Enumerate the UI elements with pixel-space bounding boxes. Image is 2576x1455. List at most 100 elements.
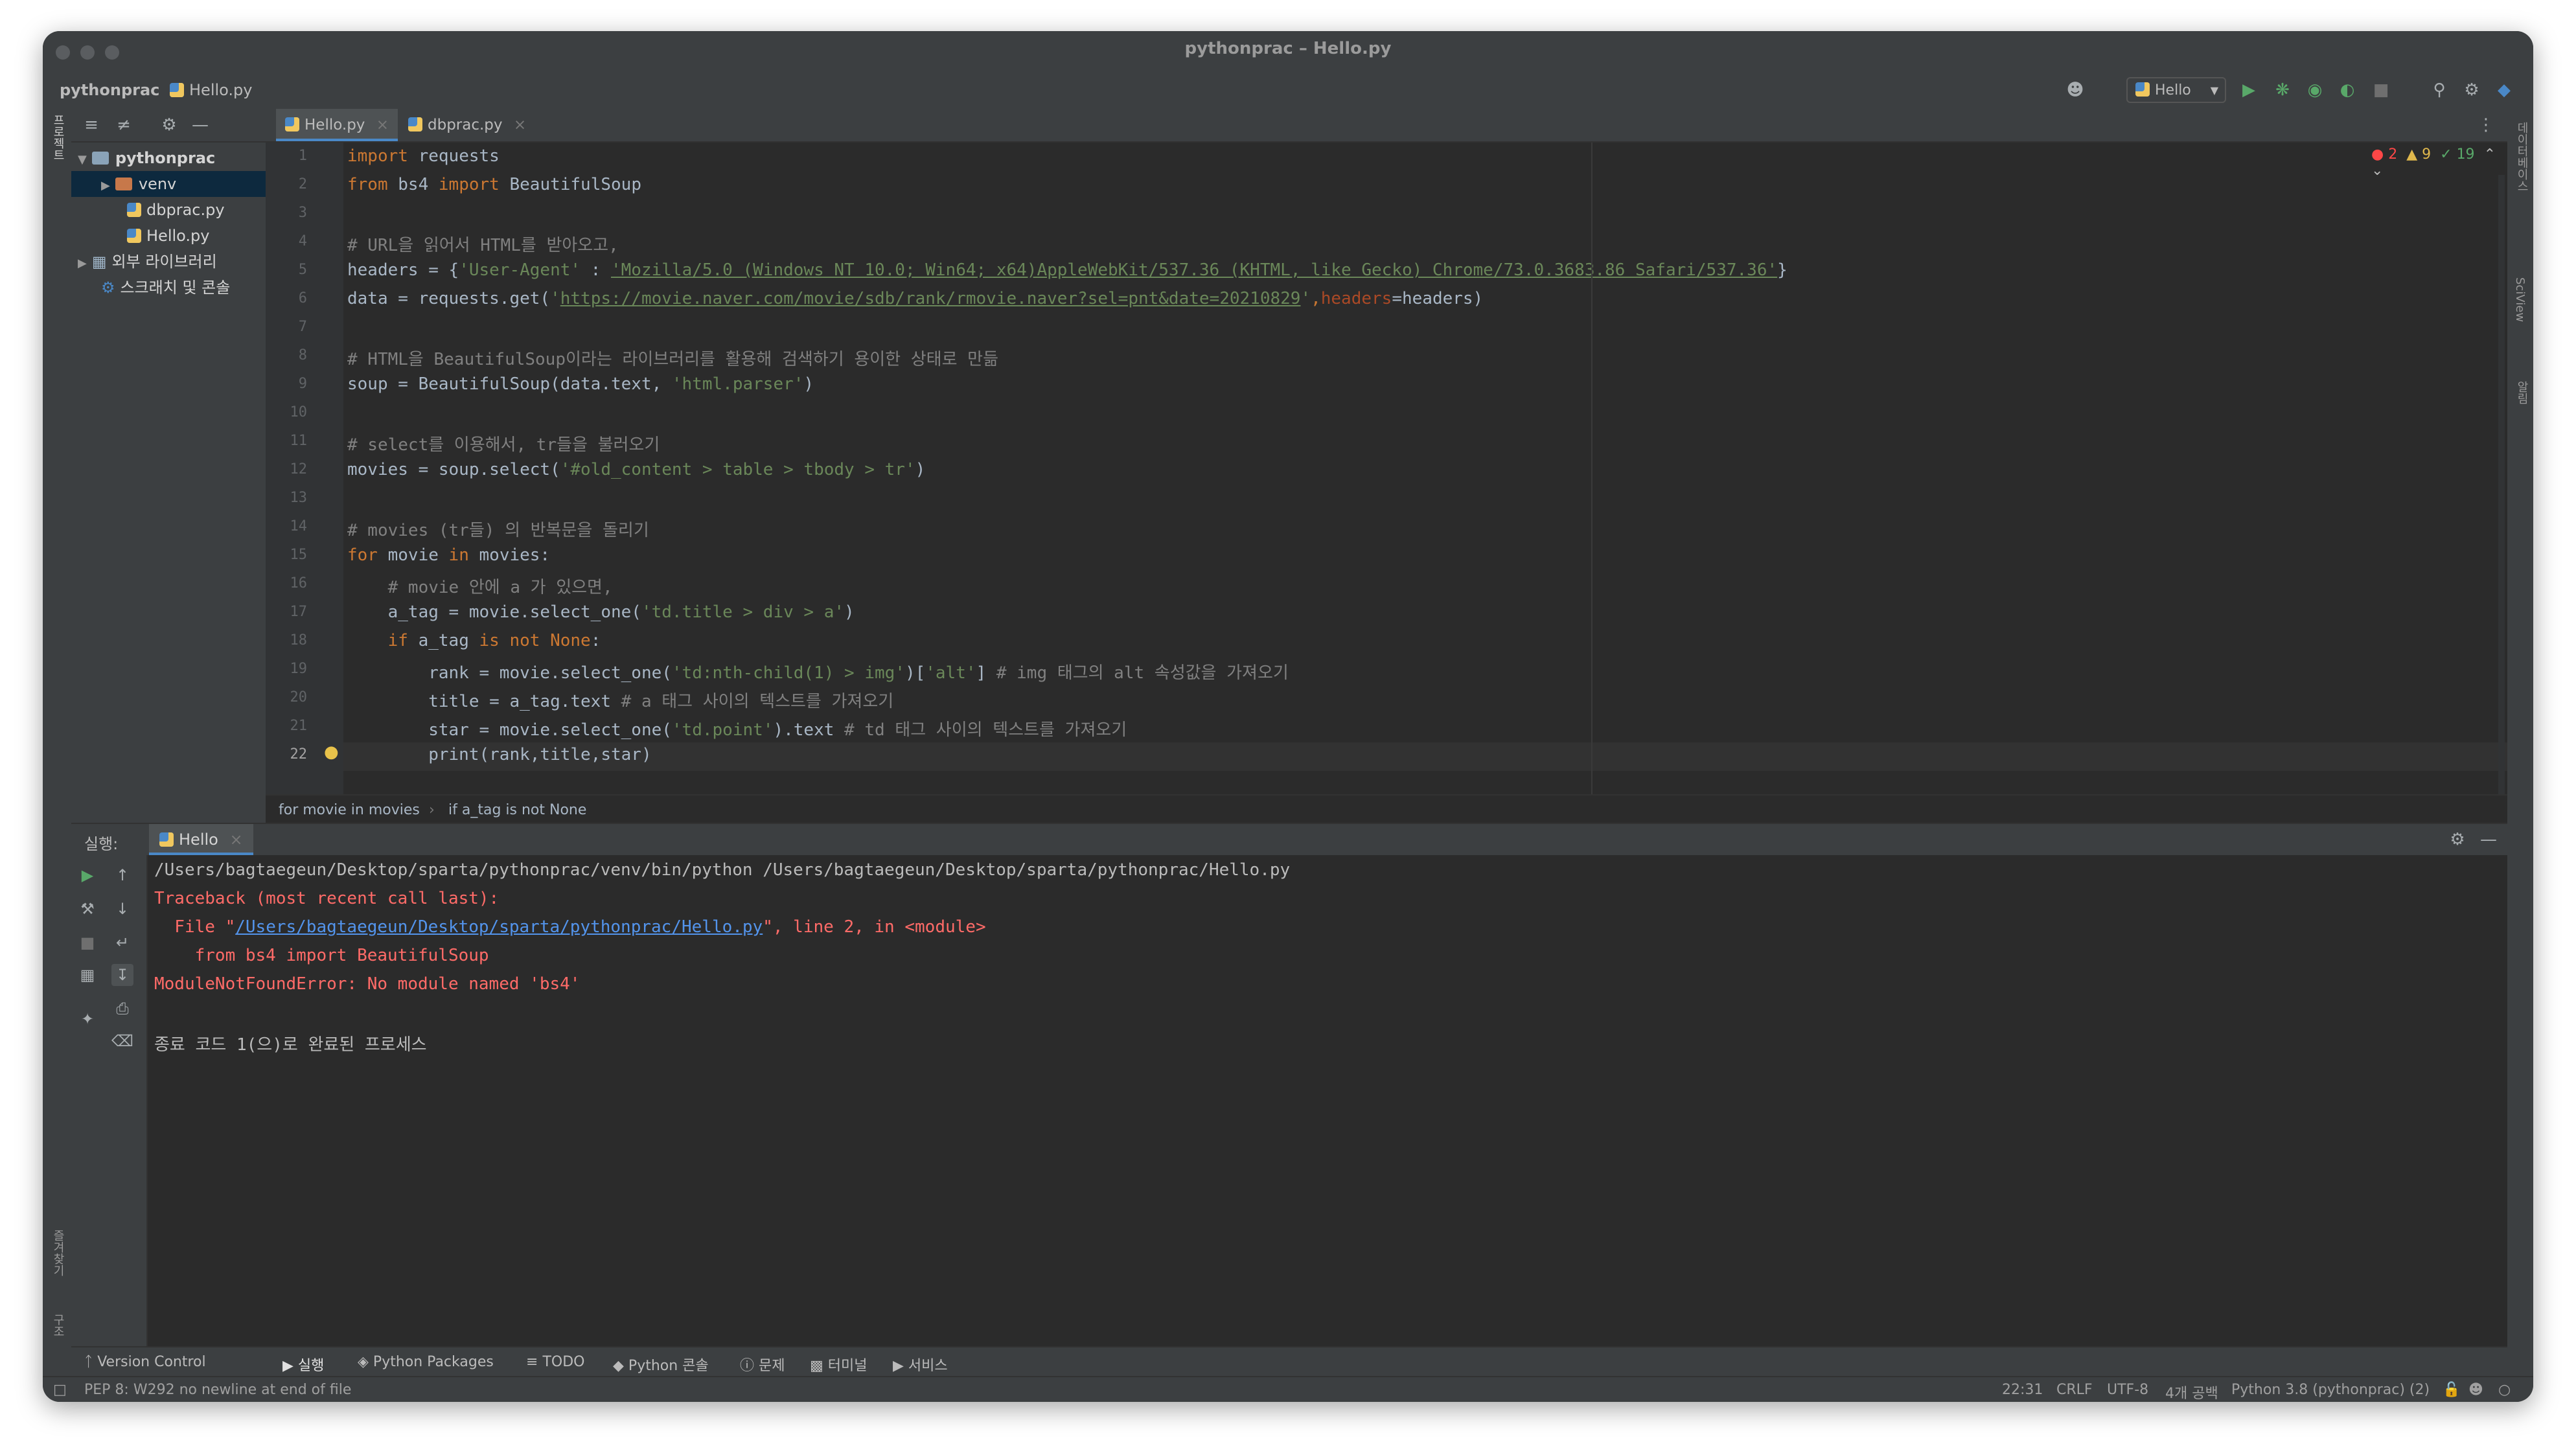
trash-icon[interactable]: ⌫ (111, 1030, 133, 1052)
tree-item-external-libraries[interactable]: ▶ ▦ 외부 라이브러리 (71, 249, 272, 275)
ide-updates-icon[interactable]: ◆ (2493, 79, 2515, 101)
tree-item-project[interactable]: ▼ pythonprac (71, 145, 272, 171)
soft-wrap-icon[interactable]: ↵ (111, 932, 133, 954)
breadcrumb-item[interactable]: if a_tag is not None (448, 802, 586, 818)
chevron-right-icon: ▶ (78, 257, 87, 270)
close-icon[interactable]: × (514, 117, 526, 133)
tab-python-console[interactable]: ◆ Python 콘솔 (613, 1354, 709, 1375)
chevron-down-icon: ▼ (78, 153, 87, 166)
arrow-down-icon[interactable]: ↓ (111, 898, 133, 920)
branch-icon: ᛏ (84, 1354, 93, 1370)
run-config-select[interactable]: Hello ▼ (2126, 77, 2226, 103)
database-tool-tab[interactable]: 데이터베이스 (2513, 122, 2530, 192)
nav-file-label: Hello.py (189, 81, 253, 99)
lock-icon[interactable]: 🔓 (2443, 1382, 2460, 1398)
pin-icon[interactable]: ✦ (76, 1008, 98, 1030)
close-icon[interactable]: × (376, 117, 389, 133)
vertical-scrollbar[interactable] (2498, 175, 2505, 810)
tab-dbprac[interactable]: dbprac.py × (399, 109, 535, 141)
search-icon[interactable]: ⚲ (2428, 79, 2450, 101)
console-line: Traceback (most recent call last): (154, 889, 500, 908)
expand-all-icon[interactable]: ≡ (80, 114, 102, 136)
indent-setting[interactable]: 4개 공백 (2165, 1382, 2218, 1402)
event-log-icon[interactable]: ○ (2498, 1382, 2511, 1398)
file-encoding[interactable]: UTF-8 (2107, 1382, 2148, 1398)
tree-item-venv[interactable]: ▶ venv (71, 171, 295, 197)
folder-icon (115, 178, 132, 190)
tree-label: 외부 라이브러리 (111, 253, 217, 271)
scroll-to-end-icon[interactable]: ↧ (111, 964, 133, 986)
inspection-widget[interactable]: ● 2 ▲ 9 ✓ 19 ⌃ ⌄ (2371, 146, 2507, 179)
profile-icon[interactable]: ◐ (2336, 79, 2358, 101)
console-output[interactable]: /Users/bagtaegeun/Desktop/sparta/pythonp… (154, 860, 1290, 1055)
wrench-icon[interactable]: ⚒ (76, 898, 98, 920)
tab-run[interactable]: ▶ 실행 (282, 1354, 324, 1375)
collapse-all-icon[interactable]: ≠ (113, 114, 135, 136)
console-file-link[interactable]: /Users/bagtaegeun/Desktop/sparta/pythonp… (235, 917, 763, 937)
sciview-tool-tab[interactable]: SciView (2513, 277, 2527, 322)
line-number: 6 (298, 290, 307, 306)
chevron-up-icon[interactable]: ⌃ (2484, 146, 2496, 163)
tab-todo[interactable]: ≡ TODO (526, 1354, 584, 1370)
code-line: print(rank,title,star) (347, 745, 652, 764)
lightbulb-icon[interactable]: ● (324, 742, 339, 762)
hide-panel-icon[interactable]: — (189, 114, 211, 136)
status-message[interactable]: PEP 8: W292 no newline at end of file (84, 1382, 351, 1398)
line-number: 20 (290, 689, 308, 705)
project-tool-tab[interactable]: 프로젝트 (49, 114, 66, 161)
gear-icon[interactable]: ⚙ (2446, 829, 2468, 851)
run-icon: ▶ (282, 1358, 293, 1374)
stop-icon[interactable]: ■ (2370, 79, 2392, 101)
tab-python-packages[interactable]: ◈ Python Packages (358, 1354, 494, 1370)
stop-icon[interactable]: ■ (76, 932, 98, 954)
nav-project[interactable]: pythonprac (60, 81, 159, 99)
hide-panel-icon[interactable]: — (2478, 829, 2500, 851)
line-separator[interactable]: CRLF (2056, 1382, 2093, 1398)
tab-version-control[interactable]: ᛏ Version Control (84, 1354, 206, 1370)
code-line: for movie in movies: (347, 545, 551, 565)
code-editor[interactable]: import requests from bs4 import Beautifu… (343, 143, 2507, 820)
tree-item-scratches[interactable]: ⚙ 스크래치 및 콘솔 (71, 275, 295, 301)
ide-window: pythonprac – Hello.py pythonprac Hello.p… (43, 31, 2533, 1402)
line-number: 2 (298, 176, 307, 192)
line-number: 13 (290, 490, 308, 506)
tab-label: Python 콘솔 (628, 1358, 709, 1374)
rerun-icon[interactable]: ▶ (76, 864, 98, 886)
caret-position[interactable]: 22:31 (2002, 1382, 2043, 1398)
breadcrumb-item[interactable]: for movie in movies (279, 802, 420, 818)
more-options-icon[interactable]: ⋮ (2475, 114, 2497, 136)
tree-label: Hello.py (146, 227, 210, 245)
nav-file[interactable]: Hello.py (170, 81, 252, 99)
line-number: 9 (298, 376, 307, 392)
toggle-tool-windows-icon[interactable]: □ (53, 1382, 67, 1398)
tab-label: Python Packages (373, 1354, 494, 1370)
tab-services[interactable]: ▶ 서비스 (893, 1354, 948, 1375)
chevron-down-icon[interactable]: ⌄ (2371, 163, 2383, 179)
run-icon[interactable]: ▶ (2238, 79, 2260, 101)
user-icon[interactable]: ☻ (2064, 79, 2086, 101)
line-number: 16 (290, 575, 308, 591)
gear-icon[interactable]: ⚙ (158, 114, 180, 136)
code-breadcrumb: for movie in movies › if a_tag is not No… (266, 794, 2507, 824)
code-line: # movie 안에 a 가 있으면, (347, 578, 613, 597)
tab-hello[interactable]: Hello.py × (276, 109, 398, 141)
favorites-tool-tab[interactable]: 즐겨찾기 (49, 1230, 66, 1276)
close-icon[interactable]: × (229, 831, 242, 849)
notifications-tool-tab[interactable]: 알림 (2513, 381, 2530, 404)
line-number: 10 (290, 404, 308, 420)
gear-icon[interactable]: ⚙ (2461, 79, 2483, 101)
layout-icon[interactable]: ▦ (76, 964, 98, 986)
arrow-up-icon[interactable]: ↑ (111, 864, 133, 886)
services-icon: ▶ (893, 1358, 904, 1374)
tab-terminal[interactable]: ▩ 터미널 (810, 1354, 868, 1375)
code-line: rank = movie.select_one('td:nth-child(1)… (347, 663, 1289, 683)
debug-icon[interactable]: ❋ (2271, 79, 2294, 101)
structure-tool-tab[interactable]: 구조 (49, 1314, 66, 1337)
tab-problems[interactable]: ⓘ 문제 (740, 1354, 785, 1375)
code-line: movies = soup.select('#old_content > tab… (347, 460, 926, 479)
coverage-icon[interactable]: ◉ (2304, 79, 2326, 101)
print-icon[interactable]: ⎙ (111, 998, 133, 1020)
run-tab-hello[interactable]: Hello × (149, 824, 253, 855)
python-interpreter[interactable]: Python 3.8 (pythonprac) (2) (2231, 1382, 2430, 1398)
inspector-icon[interactable]: ☻ (2468, 1382, 2483, 1398)
